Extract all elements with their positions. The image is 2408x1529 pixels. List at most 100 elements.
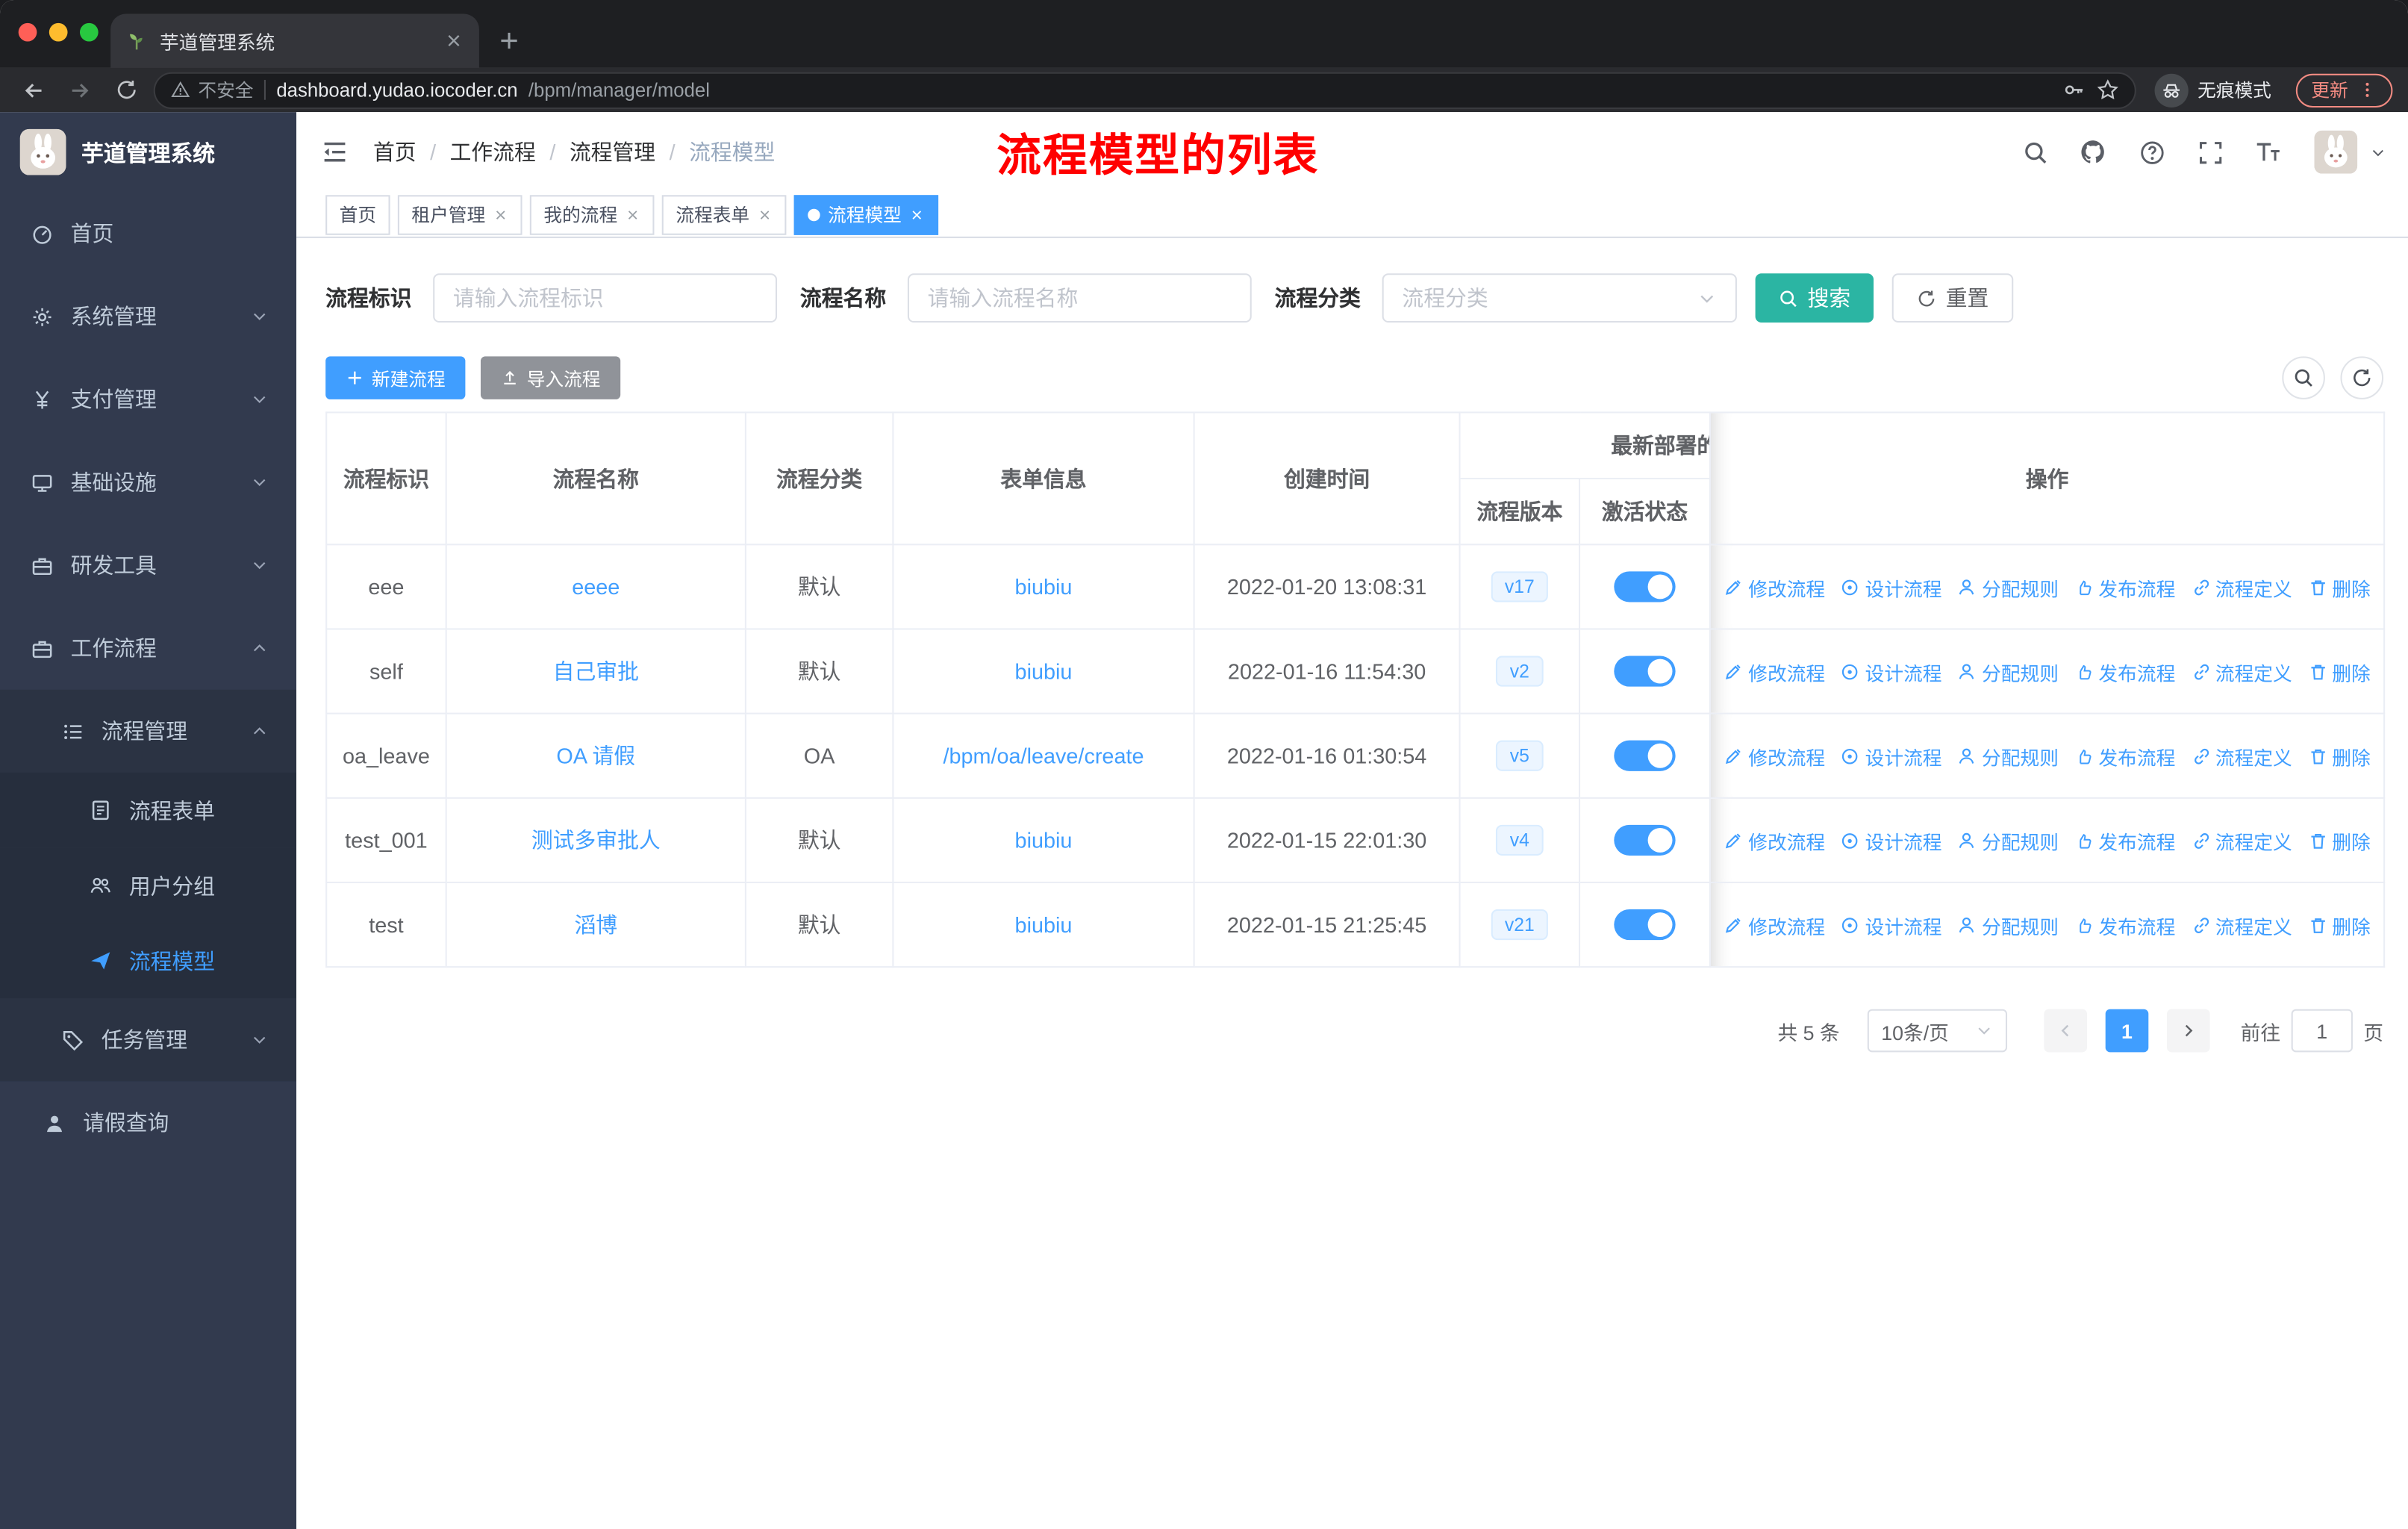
form-info-link[interactable]: biubiu — [1015, 912, 1073, 937]
page-number-1[interactable]: 1 — [2105, 1009, 2149, 1053]
address-bar[interactable]: 不安全 dashboard.yudao.iocoder.cn /bpm/mana… — [153, 71, 2136, 109]
close-icon[interactable] — [493, 207, 508, 222]
assign-rule-link[interactable]: 分配规则 — [1957, 657, 2059, 686]
sidebar-item-workflow[interactable]: 工作流程 — [0, 607, 296, 690]
design-process-link[interactable]: 设计流程 — [1841, 741, 1942, 770]
create-process-button[interactable]: 新建流程 — [325, 356, 466, 399]
chevron-down-icon[interactable] — [2370, 143, 2387, 161]
delete-link[interactable]: 删除 — [2307, 826, 2371, 855]
design-process-link[interactable]: 设计流程 — [1841, 910, 1942, 939]
close-icon[interactable] — [909, 207, 925, 222]
kebab-menu-icon[interactable] — [2357, 80, 2377, 100]
close-icon[interactable] — [625, 207, 640, 222]
sidebar-toggle-button[interactable] — [296, 112, 373, 192]
assign-rule-link[interactable]: 分配规则 — [1957, 572, 2059, 601]
key-icon[interactable] — [2062, 78, 2086, 102]
tag-my-processes[interactable]: 我的流程 — [529, 194, 655, 234]
refresh-table-button[interactable] — [2340, 356, 2384, 399]
assign-rule-link[interactable]: 分配规则 — [1957, 826, 2059, 855]
form-info-link[interactable]: biubiu — [1015, 828, 1073, 853]
assign-rule-link[interactable]: 分配规则 — [1957, 741, 2059, 770]
modify-process-link[interactable]: 修改流程 — [1724, 826, 1825, 855]
modify-process-link[interactable]: 修改流程 — [1724, 741, 1825, 770]
process-id-input[interactable] — [433, 273, 778, 323]
modify-process-link[interactable]: 修改流程 — [1724, 657, 1825, 686]
bookmark-star-icon[interactable] — [2096, 78, 2119, 102]
process-name-link[interactable]: 测试多审批人 — [531, 828, 661, 853]
publish-process-link[interactable]: 发布流程 — [2074, 910, 2175, 939]
new-tab-button[interactable] — [498, 29, 521, 52]
modify-process-link[interactable]: 修改流程 — [1724, 572, 1825, 601]
search-button[interactable] — [2010, 112, 2059, 192]
active-toggle[interactable] — [1614, 655, 1676, 687]
delete-link[interactable]: 删除 — [2307, 741, 2371, 770]
publish-process-link[interactable]: 发布流程 — [2074, 741, 2175, 770]
tag-tenant-management[interactable]: 租户管理 — [397, 194, 523, 234]
process-definition-link[interactable]: 流程定义 — [2191, 657, 2292, 686]
breadcrumb-process-management[interactable]: 流程管理 — [570, 137, 655, 167]
assign-rule-link[interactable]: 分配规则 — [1957, 910, 2059, 939]
design-process-link[interactable]: 设计流程 — [1841, 572, 1942, 601]
sidebar-item-process-forms[interactable]: 流程表单 — [0, 772, 297, 848]
fullscreen-button[interactable] — [2186, 112, 2235, 192]
process-name-link[interactable]: OA 请假 — [556, 744, 635, 768]
tag-process-forms[interactable]: 流程表单 — [661, 194, 787, 234]
sidebar-item-home[interactable]: 首页 — [0, 192, 296, 275]
sidebar-item-user-groups[interactable]: 用户分组 — [0, 847, 297, 924]
publish-process-link[interactable]: 发布流程 — [2074, 657, 2175, 686]
close-window-button[interactable] — [18, 22, 37, 42]
sidebar-item-process-management[interactable]: 流程管理 — [0, 689, 297, 773]
reload-button[interactable] — [107, 72, 144, 108]
active-toggle[interactable] — [1614, 571, 1676, 602]
form-info-link[interactable]: /bpm/oa/leave/create — [943, 744, 1144, 768]
publish-process-link[interactable]: 发布流程 — [2074, 826, 2175, 855]
modify-process-link[interactable]: 修改流程 — [1724, 910, 1825, 939]
sidebar-item-infrastructure[interactable]: 基础设施 — [0, 440, 296, 523]
process-definition-link[interactable]: 流程定义 — [2191, 826, 2292, 855]
import-process-button[interactable]: 导入流程 — [480, 356, 621, 399]
delete-link[interactable]: 删除 — [2307, 910, 2371, 939]
github-button[interactable] — [2068, 112, 2118, 192]
search-button[interactable]: 搜索 — [1755, 273, 1874, 323]
tag-process-models[interactable]: 流程模型 — [793, 194, 939, 234]
active-toggle[interactable] — [1614, 824, 1676, 856]
page-size-select[interactable]: 10条/页 — [1867, 1009, 2007, 1053]
process-definition-link[interactable]: 流程定义 — [2191, 741, 2292, 770]
process-definition-link[interactable]: 流程定义 — [2191, 572, 2292, 601]
tag-home[interactable]: 首页 — [325, 194, 390, 234]
back-button[interactable] — [16, 72, 52, 108]
forward-button[interactable] — [61, 72, 98, 108]
maximize-window-button[interactable] — [79, 22, 99, 42]
next-page-button[interactable] — [2166, 1009, 2210, 1053]
sidebar-item-task-management[interactable]: 任务管理 — [0, 998, 297, 1082]
active-toggle[interactable] — [1614, 909, 1676, 941]
security-status[interactable]: 不安全 — [170, 77, 254, 103]
font-size-button[interactable] — [2244, 112, 2293, 192]
help-button[interactable] — [2127, 112, 2176, 192]
process-name-link[interactable]: 滔博 — [574, 912, 617, 937]
process-name-link[interactable]: 自己审批 — [553, 659, 639, 684]
minimize-window-button[interactable] — [49, 22, 68, 42]
app-logo[interactable]: 芋道管理系统 — [0, 112, 296, 192]
breadcrumb-workflow[interactable]: 工作流程 — [450, 137, 536, 167]
delete-link[interactable]: 删除 — [2307, 572, 2371, 601]
process-name-input[interactable] — [907, 273, 1252, 323]
publish-process-link[interactable]: 发布流程 — [2074, 572, 2175, 601]
breadcrumb-home[interactable]: 首页 — [373, 137, 417, 167]
process-name-link[interactable]: eeee — [572, 574, 620, 599]
form-info-link[interactable]: biubiu — [1015, 659, 1073, 684]
browser-update-button[interactable]: 更新 — [2295, 72, 2393, 107]
process-definition-link[interactable]: 流程定义 — [2191, 910, 2292, 939]
process-category-select[interactable]: 流程分类 — [1382, 273, 1737, 323]
tab-close-icon[interactable] — [444, 31, 464, 51]
sidebar-item-leave-query[interactable]: 请假查询 — [0, 1081, 296, 1164]
form-info-link[interactable]: biubiu — [1015, 574, 1073, 599]
active-toggle[interactable] — [1614, 740, 1676, 771]
design-process-link[interactable]: 设计流程 — [1841, 657, 1942, 686]
reset-button[interactable]: 重置 — [1891, 273, 2014, 323]
sidebar-item-process-models[interactable]: 流程模型 — [0, 923, 297, 999]
show-search-button[interactable] — [2282, 356, 2325, 399]
sidebar-item-system[interactable]: 系统管理 — [0, 275, 296, 358]
browser-tab[interactable]: 芋道管理系统 — [110, 13, 479, 68]
design-process-link[interactable]: 设计流程 — [1841, 826, 1942, 855]
